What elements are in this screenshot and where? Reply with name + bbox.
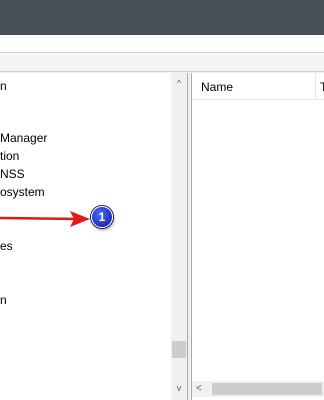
column-header-row: Name T [192,73,324,100]
tree-item-manager[interactable]: Manager [0,131,47,145]
tree-vertical-scrollbar[interactable]: ^ v [171,73,187,400]
scroll-down-arrow-icon[interactable]: v [171,380,187,396]
callout-number-badge: 1 [91,206,113,228]
tree-item-1[interactable]: n [0,79,7,93]
tree-item-n[interactable]: n [0,293,7,307]
tree-item-osystem[interactable]: osystem [0,185,45,199]
scroll-up-arrow-icon[interactable]: ^ [171,75,187,91]
column-header-name[interactable]: Name [201,80,233,94]
tree-item-es[interactable]: es [0,239,13,253]
menu-bar [0,35,324,53]
scroll-thumb[interactable] [172,341,186,358]
list-pane: Name T [191,73,324,400]
column-separator[interactable] [315,73,316,99]
tree-item-nss[interactable]: NSS [0,167,25,181]
scroll-left-arrow-icon[interactable]: < [196,381,202,397]
horizontal-scroll-thumb[interactable] [212,383,322,395]
tree-item-tion[interactable]: tion [0,149,19,163]
title-bar [0,0,324,35]
column-header-type[interactable]: T [320,80,324,94]
address-bar [0,53,324,72]
list-horizontal-scrollbar[interactable]: < [192,381,324,397]
